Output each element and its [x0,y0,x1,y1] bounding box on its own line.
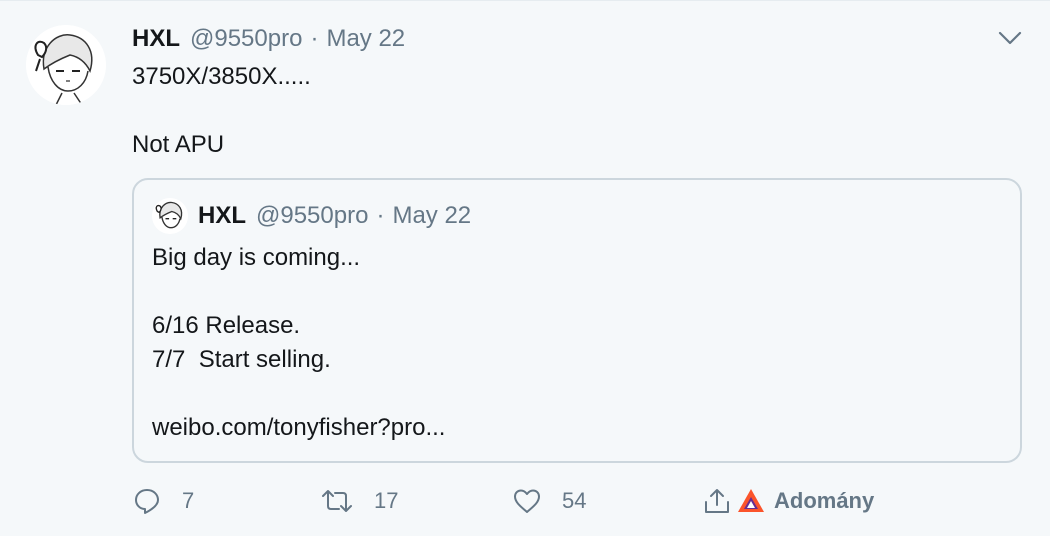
brave-tip-button[interactable]: Adomány [736,481,874,521]
tweet[interactable]: HXL @9550pro · May 22 3750X/3850X..... N… [0,0,1050,536]
quoted-tweet-date: May 22 [392,202,472,229]
quoted-text-line: 7/7 Start selling. [152,346,331,373]
share-icon [702,486,732,516]
like-count: 54 [562,488,587,513]
quoted-author-handle: @9550pro [256,202,369,229]
quoted-author-name: HXL [198,202,246,229]
separator-dot: · [376,202,385,229]
reply-button[interactable]: 7 [132,481,194,521]
quoted-link[interactable]: weibo.com/tonyfisher?pro... [152,414,445,442]
tweet-header: HXL @9550pro · May 22 [132,23,405,55]
brave-tip-label: Adomány [774,488,875,513]
quoted-tweet[interactable]: HXL @9550pro · May 22 Big day is coming.… [132,178,1022,463]
quoted-text-line: 6/16 Release. [152,312,301,339]
author-avatar[interactable] [26,25,106,105]
quoted-tweet-header: HXL @9550pro · May 22 [152,198,472,234]
reply-icon [132,486,162,516]
tweet-date[interactable]: May 22 [326,25,405,53]
tweet-actions: 7 17 54 Adomány [132,481,1012,521]
retweet-count: 17 [374,488,399,513]
author-handle[interactable]: @9550pro [190,25,302,53]
retweet-icon [320,486,354,516]
share-button[interactable] [702,481,732,521]
separator-dot: · [310,25,319,52]
retweet-button[interactable]: 17 [320,481,398,521]
heart-icon [512,486,542,516]
quoted-author-avatar [152,198,188,234]
brave-bat-icon [736,486,766,516]
reply-count: 7 [182,488,195,513]
tweet-text-line: Not APU [132,131,225,158]
quoted-text-line: Big day is coming... [152,244,361,271]
chevron-down-icon[interactable] [996,27,1024,49]
like-button[interactable]: 54 [512,481,586,521]
author-name[interactable]: HXL [132,25,180,53]
tweet-text-line: 3750X/3850X..... [132,63,311,90]
